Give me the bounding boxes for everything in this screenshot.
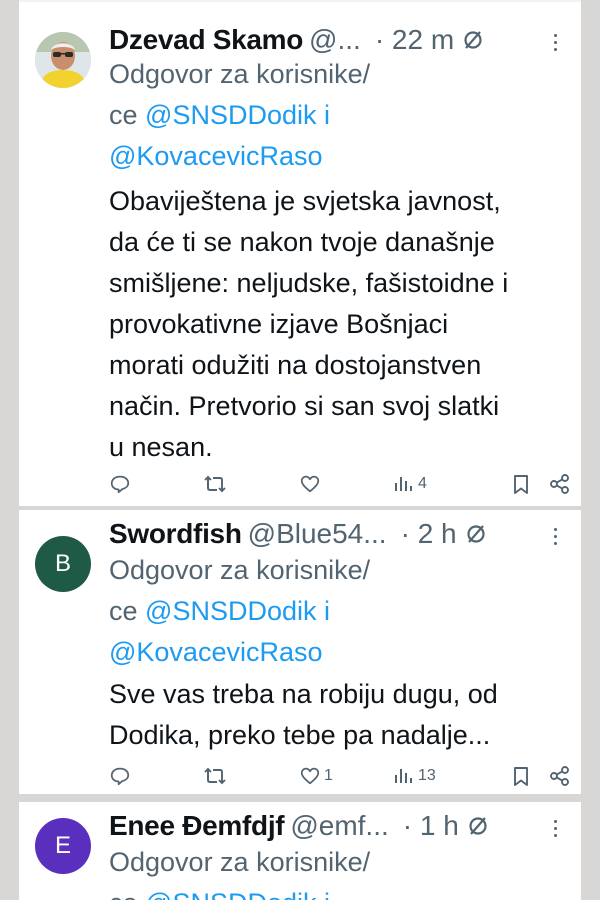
tweet-actions: 4: [109, 470, 569, 498]
like-button[interactable]: 1: [299, 762, 333, 790]
divider: [19, 0, 581, 2]
like-count: 1: [324, 767, 333, 784]
tweet-card[interactable]: Dzevad Skamo @... · 22 m Odgovor za korisn…: [19, 0, 581, 506]
tweet-text-line: Obaviještena je svjetska javnost,: [109, 186, 501, 216]
reply-context: Odgovor za korisnike/ ce @SNSDDodik i: [109, 842, 569, 900]
tweet-text-line: u nesan.: [109, 432, 213, 462]
reply-context-line: ce @SNSDDodik i: [109, 100, 330, 130]
tweet-header: Dzevad Skamo @... · 22 m: [109, 22, 571, 58]
reply-context: Odgovor za korisnike/ ce @SNSDDodik i @K…: [109, 550, 569, 673]
tweet-text-line: morati odužiti na dostojanstven: [109, 350, 482, 380]
more-options-icon[interactable]: [553, 820, 559, 840]
bookmark-icon: [514, 767, 528, 786]
tweet-card[interactable]: E Enee Đemfdjf @emf... · 1 h Odgovor za ko…: [19, 802, 581, 900]
bookmark-icon: [514, 475, 528, 494]
tweet-card[interactable]: B Swordfish @Blue54... · 2 h Odgovor za ko…: [19, 510, 581, 794]
avatar-initial: B: [54, 550, 71, 577]
mention-link[interactable]: @KovacevicRaso: [109, 632, 569, 673]
tweet-actions: 1 13: [109, 762, 569, 790]
reply-context-line: Odgovor za korisnike/: [109, 59, 371, 89]
user-handle[interactable]: @emf...: [290, 810, 388, 841]
display-name[interactable]: Dzevad Skamo: [109, 24, 303, 55]
more-options-icon[interactable]: [553, 528, 559, 548]
reply-icon: [110, 475, 130, 494]
tweet-text-line: način. Pretvorio si san svoj slatki: [109, 391, 500, 421]
share-icon: [550, 766, 569, 786]
views-icon: [395, 769, 412, 783]
reply-context-line: Odgovor za korisnike/: [109, 847, 371, 877]
reply-button[interactable]: [109, 470, 131, 498]
tweet-text: Obaviještena je svjetska javnost, da će …: [109, 181, 579, 468]
timestamp[interactable]: · 1 h: [403, 810, 459, 841]
mention-link[interactable]: @SNSDDodik: [145, 100, 316, 130]
reply-context: Odgovor za korisnike/ ce @SNSDDodik i @K…: [109, 54, 569, 177]
bookmark-button[interactable]: [511, 470, 531, 498]
retweet-button[interactable]: [203, 762, 227, 790]
heart-icon: [300, 475, 320, 493]
reply-context-line: ce @SNSDDodik i: [109, 883, 569, 900]
reply-context-line: Odgovor za korisnike/: [109, 555, 371, 585]
muted-conversation-icon: [465, 518, 487, 554]
bookmark-button[interactable]: [511, 762, 531, 790]
views-icon: [395, 477, 412, 491]
share-button[interactable]: [549, 762, 571, 790]
retweet-button[interactable]: [203, 470, 227, 498]
mention-link[interactable]: @SNSDDodik: [145, 888, 316, 900]
reply-context-line: ce @SNSDDodik i: [109, 596, 330, 626]
tweet-text-line: da će ti se nakon tvoje današnje: [109, 227, 495, 257]
avatar-initial: E: [54, 832, 71, 859]
display-name[interactable]: Swordfish: [109, 518, 242, 549]
user-handle[interactable]: @Blue54...: [248, 518, 387, 549]
views-button[interactable]: 13: [393, 762, 436, 790]
timeline-feed: Dzevad Skamo @... · 22 m Odgovor za korisn…: [19, 0, 581, 900]
muted-conversation-icon: [467, 810, 489, 846]
timestamp[interactable]: · 22 m: [375, 24, 454, 55]
avatar[interactable]: E: [35, 818, 91, 874]
tweet-header: Enee Đemfdjf @emf... · 1 h: [109, 808, 571, 844]
tweet-text: Sve vas treba na robiju dugu, od Dodika,…: [109, 674, 579, 756]
share-button[interactable]: [549, 470, 571, 498]
avatar[interactable]: [35, 32, 91, 88]
more-options-icon[interactable]: [553, 34, 559, 54]
mention-link[interactable]: @KovacevicRaso: [109, 136, 569, 177]
avatar[interactable]: B: [35, 536, 91, 592]
retweet-icon: [204, 475, 226, 493]
retweet-icon: [204, 767, 226, 785]
tweet-text-line: provokativne izjave Bošnjaci: [109, 309, 449, 339]
share-icon: [550, 474, 569, 494]
tweet-text-line: Sve vas treba na robiju dugu, od: [109, 679, 498, 709]
view-count: 4: [418, 475, 427, 492]
tweet-text-line: smišljene: neljudske, fašistoidne i: [109, 268, 509, 298]
view-count: 13: [418, 767, 436, 784]
tweet-header: Swordfish @Blue54... · 2 h: [109, 516, 571, 552]
tweet-text-line: Dodika, preko tebe pa nadalje...: [109, 720, 491, 750]
reply-icon: [110, 767, 130, 786]
avatar-photo: [35, 32, 91, 88]
like-button[interactable]: [299, 470, 324, 498]
user-handle[interactable]: @...: [309, 24, 361, 55]
mention-link[interactable]: @SNSDDodik: [145, 596, 316, 626]
heart-icon: [300, 767, 320, 785]
display-name[interactable]: Enee Đemfdjf: [109, 810, 285, 841]
timestamp[interactable]: · 2 h: [401, 518, 457, 549]
views-button[interactable]: 4: [393, 470, 427, 498]
reply-button[interactable]: [109, 762, 131, 790]
